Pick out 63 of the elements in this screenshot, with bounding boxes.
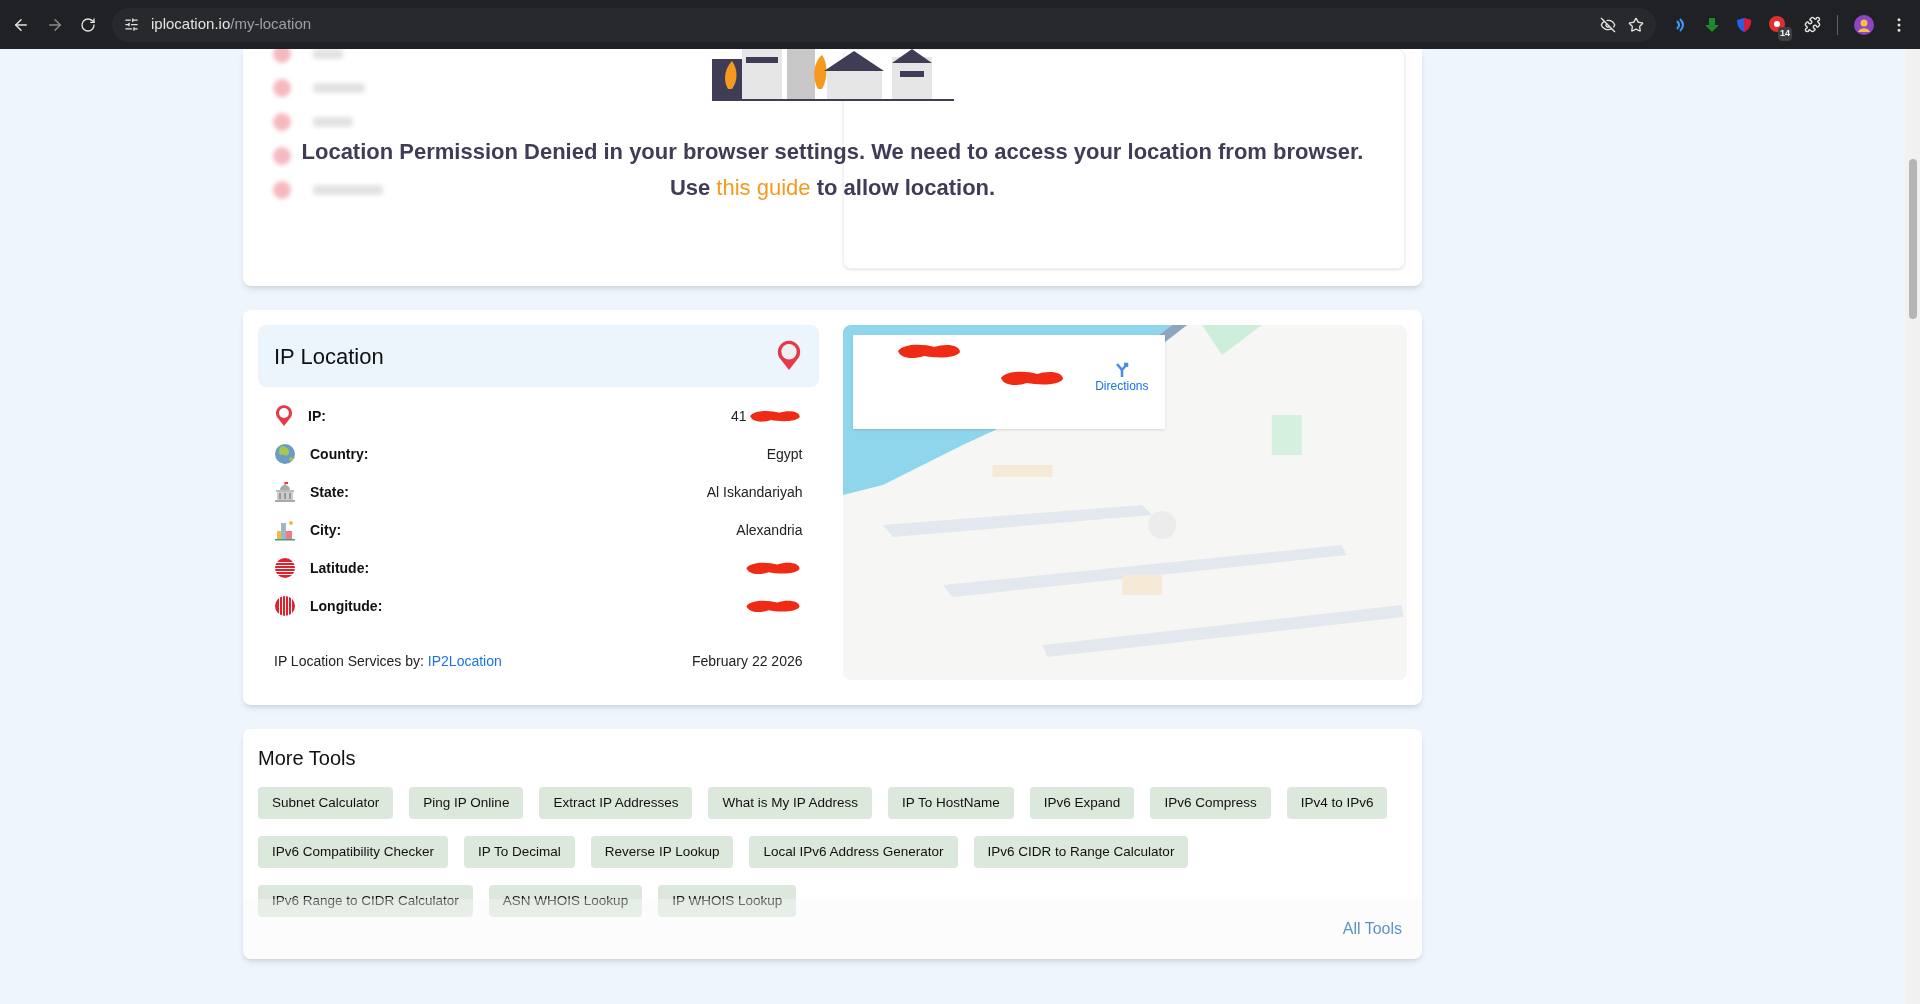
card-title: IP Location (274, 342, 384, 371)
field-label: IP: (308, 406, 326, 426)
blurred-placeholder-bar (313, 117, 353, 127)
field-label: Country: (310, 444, 369, 464)
field-value: Egypt (766, 444, 803, 464)
tool-button[interactable]: IP WHOIS Lookup (658, 885, 797, 917)
eye-off-icon[interactable] (1600, 16, 1616, 33)
longitude-lines-icon (274, 595, 296, 617)
directions-icon (1113, 361, 1130, 377)
tool-button[interactable]: IPv6 Range to CIDR Calculator (258, 885, 473, 917)
blurred-placeholder-bar (313, 83, 365, 93)
tool-button[interactable]: IPv4 to IPv6 (1286, 787, 1388, 819)
tool-button[interactable]: IPv6 CIDR to Range Calculator (973, 836, 1189, 868)
blurred-placeholder-bar (313, 185, 383, 195)
scrollbar[interactable] (1905, 49, 1920, 1004)
section-title: More Tools (258, 746, 357, 771)
field-label: Latitude: (310, 558, 370, 578)
profile-avatar-icon[interactable] (1854, 14, 1874, 35)
extension-count-badge: 14 (1778, 27, 1792, 41)
reload-icon[interactable] (80, 16, 96, 33)
latitude-lines-icon (274, 557, 296, 579)
blurred-icon (273, 113, 291, 131)
capitol-building-icon (274, 481, 296, 503)
tool-button[interactable]: IPv6 Expand (1029, 787, 1135, 819)
field-label: City: (310, 520, 342, 540)
blurred-placeholder-bar (313, 49, 343, 59)
field-value: Alexandria (736, 520, 803, 540)
shield-extension-icon[interactable] (1736, 16, 1752, 33)
tool-button[interactable]: Extract IP Addresses (539, 787, 693, 819)
tool-button[interactable]: ASN WHOIS Lookup (488, 885, 643, 917)
city-buildings-icon (274, 519, 296, 541)
blurred-icon (273, 79, 291, 97)
url-text: iplocation.io/my-location (151, 14, 312, 35)
down-arrow-extension-icon[interactable] (1704, 16, 1720, 33)
directions-button[interactable]: Directions (1095, 361, 1149, 395)
tool-button[interactable]: IP To Decimal (464, 836, 575, 868)
permission-message: Location Permission Denied in your browser settings. We need to access your location from browser. (301, 138, 1364, 166)
tool-button[interactable]: Local IPv6 Address Generator (749, 836, 958, 868)
blurred-icon (273, 181, 291, 199)
address-bar[interactable]: iplocation.io/my-location (112, 7, 1656, 42)
field-label: State: (310, 482, 349, 502)
tool-button[interactable]: What is My IP Address (708, 787, 872, 819)
date-text: February 22 2026 (691, 652, 803, 671)
globe-icon (274, 443, 296, 465)
tool-button[interactable]: Ping IP Online (409, 787, 524, 819)
tool-button[interactable]: IP To HostName (888, 787, 1014, 819)
tool-button[interactable]: IPv6 Compress (1150, 787, 1271, 819)
tool-button[interactable]: Reverse IP Lookup (590, 836, 734, 868)
guide-sentence: Use this guide to allow location. (669, 173, 996, 201)
ip-pin-icon (274, 405, 294, 427)
tool-button[interactable]: IPv6 Compatibility Checker (258, 836, 449, 868)
extensions-icon[interactable] (1804, 16, 1821, 33)
field-label: Longitude: (310, 596, 383, 616)
scrollbar-thumb[interactable] (1908, 159, 1917, 319)
services-credit: IP Location Services by: IP2Location (274, 652, 502, 671)
ip2location-link[interactable]: IP2Location (427, 653, 502, 669)
bookmark-star-icon[interactable] (1628, 16, 1644, 33)
blurred-icon (273, 147, 291, 165)
field-value: 41 (730, 406, 747, 426)
blurred-icon (273, 49, 291, 63)
site-settings-icon[interactable] (124, 17, 139, 32)
tool-button[interactable]: Subnet Calculator (258, 787, 394, 819)
field-value: Al Iskandariyah (706, 482, 803, 502)
